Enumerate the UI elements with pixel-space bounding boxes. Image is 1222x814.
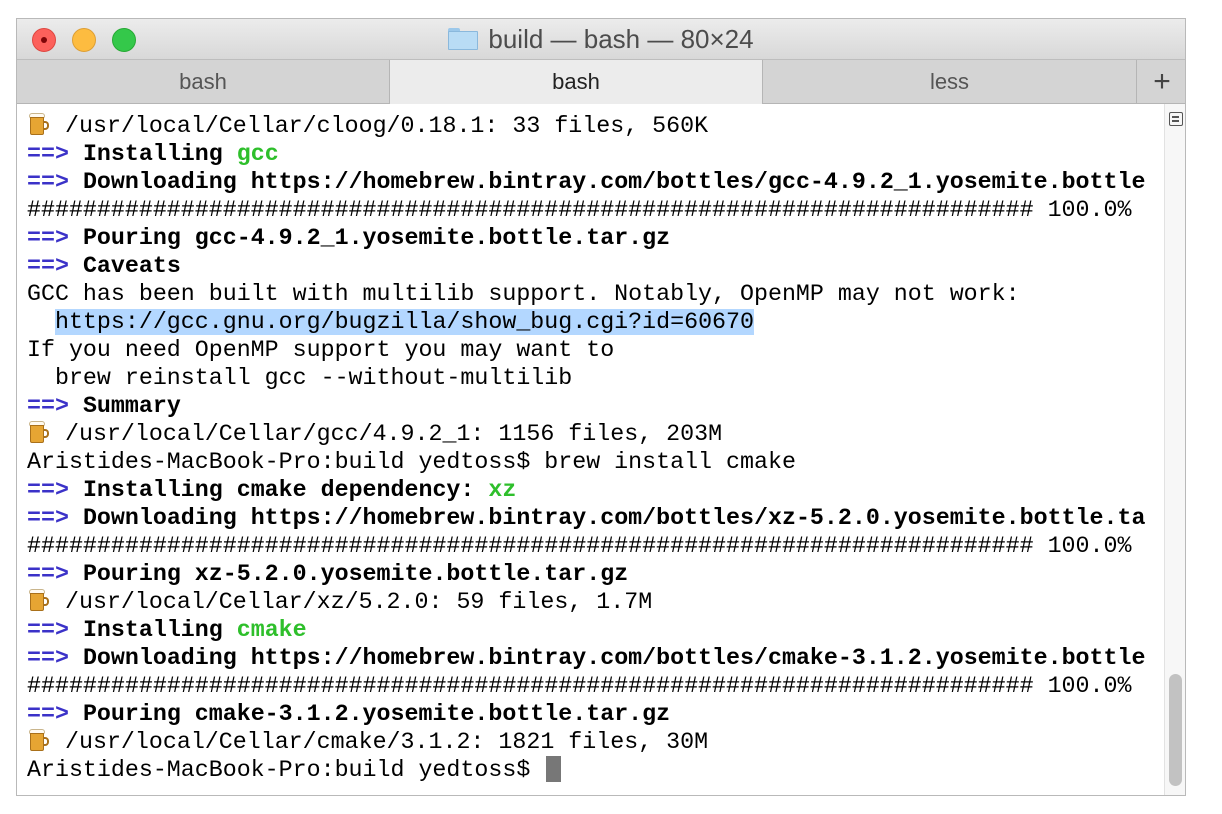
line-text: Pouring gcc-4.9.2_1.yosemite.bottle.tar.… [82, 225, 671, 251]
window-title-text: build — bash — 80×24 [488, 23, 754, 54]
terminal-line: ==> Summary [27, 392, 1164, 420]
terminal-line: ==> Pouring cmake-3.1.2.yosemite.bottle.… [27, 700, 1164, 728]
progress-line: ########################################… [27, 673, 1132, 699]
package-name: xz [488, 477, 517, 503]
terminal-line: /usr/local/Cellar/cloog/0.18.1: 33 files… [27, 112, 1164, 140]
scrollbar-thumb[interactable] [1169, 674, 1182, 786]
arrow-prefix: ==> [27, 645, 69, 671]
tab-bash-2[interactable]: bash [390, 60, 763, 104]
arrow-prefix: ==> [27, 477, 69, 503]
line-text: /usr/local/Cellar/xz/5.2.0: 59 files, 1.… [65, 589, 653, 615]
terminal-window: build — bash — 80×24 bash bash less + /u… [16, 18, 1186, 796]
line-text: Installing cmake dependency: [82, 477, 489, 503]
line-text: /usr/local/Cellar/gcc/4.9.2_1: 1156 file… [65, 421, 723, 447]
arrow-prefix: ==> [27, 169, 69, 195]
line-text: Caveats [82, 253, 181, 279]
line-text: Downloading https://homebrew.bintray.com… [82, 169, 1146, 195]
line-text: /usr/local/Cellar/cmake/3.1.2: 1821 file… [65, 729, 709, 755]
arrow-prefix: ==> [27, 505, 69, 531]
terminal-line: brew reinstall gcc --without-multilib [27, 365, 573, 391]
terminal-line: ==> Downloading https://homebrew.bintray… [27, 168, 1164, 196]
terminal-line: https://gcc.gnu.org/bugzilla/show_bug.cg… [27, 308, 1164, 336]
folder-icon [448, 28, 479, 50]
beer-mug-icon [27, 588, 51, 612]
tab-bash-1[interactable]: bash [17, 60, 390, 104]
line-text: Pouring cmake-3.1.2.yosemite.bottle.tar.… [82, 701, 671, 727]
new-tab-button[interactable]: + [1137, 60, 1185, 104]
arrow-prefix: ==> [27, 141, 69, 167]
terminal-line: ==> Installing cmake [27, 616, 1164, 644]
selected-link[interactable]: https://gcc.gnu.org/bugzilla/show_bug.cg… [54, 309, 754, 335]
line-text: Pouring xz-5.2.0.yosemite.bottle.tar.gz [82, 561, 629, 587]
terminal-line: ==> Downloading https://homebrew.bintray… [27, 504, 1164, 532]
package-name: gcc [236, 141, 279, 167]
arrow-prefix: ==> [27, 617, 69, 643]
arrow-prefix: ==> [27, 561, 69, 587]
line-text: Summary [82, 393, 181, 419]
beer-mug-icon [27, 420, 51, 444]
line-text: Downloading https://homebrew.bintray.com… [82, 645, 1146, 671]
tab-label: bash [552, 69, 600, 94]
tab-label: bash [179, 69, 227, 94]
vertical-scrollbar[interactable] [1164, 104, 1185, 795]
beer-mug-icon [27, 112, 51, 136]
terminal-line: ==> Pouring gcc-4.9.2_1.yosemite.bottle.… [27, 224, 1164, 252]
progress-line: ########################################… [27, 197, 1132, 223]
terminal-line: If you need OpenMP support you may want … [27, 337, 615, 363]
scroll-mode-icon[interactable] [1169, 112, 1183, 126]
beer-mug-icon [27, 728, 51, 752]
terminal-line: ==> Downloading https://homebrew.bintray… [27, 644, 1164, 672]
prompt-text: Aristides-MacBook-Pro:build yedtoss$ [27, 757, 545, 783]
arrow-prefix: ==> [27, 701, 69, 727]
terminal-line: /usr/local/Cellar/cmake/3.1.2: 1821 file… [27, 728, 1164, 756]
package-name: cmake [236, 617, 307, 643]
terminal-line: /usr/local/Cellar/xz/5.2.0: 59 files, 1.… [27, 588, 1164, 616]
prompt-line: Aristides-MacBook-Pro:build yedtoss$ bre… [27, 449, 796, 475]
text-cursor [546, 756, 562, 782]
line-text: Installing [82, 141, 237, 167]
arrow-prefix: ==> [27, 253, 69, 279]
prompt-line[interactable]: Aristides-MacBook-Pro:build yedtoss$ [27, 756, 1164, 784]
tab-label: less [929, 69, 970, 94]
line-text: Downloading https://homebrew.bintray.com… [82, 505, 1146, 531]
terminal-line: /usr/local/Cellar/gcc/4.9.2_1: 1156 file… [27, 420, 1164, 448]
progress-line: ########################################… [27, 533, 1132, 559]
plus-icon: + [1153, 65, 1171, 98]
terminal-line: ==> Caveats [27, 252, 1164, 280]
line-text: /usr/local/Cellar/cloog/0.18.1: 33 files… [65, 113, 709, 139]
terminal-line: ==> Installing cmake dependency: xz [27, 476, 1164, 504]
tab-bar: bash bash less + [17, 59, 1185, 104]
arrow-prefix: ==> [27, 225, 69, 251]
arrow-prefix: ==> [27, 393, 69, 419]
terminal-line: ==> Pouring xz-5.2.0.yosemite.bottle.tar… [27, 560, 1164, 588]
tab-less[interactable]: less [763, 60, 1137, 104]
terminal-line: ==> Installing gcc [27, 140, 1164, 168]
terminal-output[interactable]: /usr/local/Cellar/cloog/0.18.1: 33 files… [17, 104, 1164, 795]
line-text: Installing [82, 617, 237, 643]
terminal-line: GCC has been built with multilib support… [27, 281, 1020, 307]
title-bar[interactable]: build — bash — 80×24 [17, 19, 1185, 59]
window-title: build — bash — 80×24 [17, 19, 1185, 59]
